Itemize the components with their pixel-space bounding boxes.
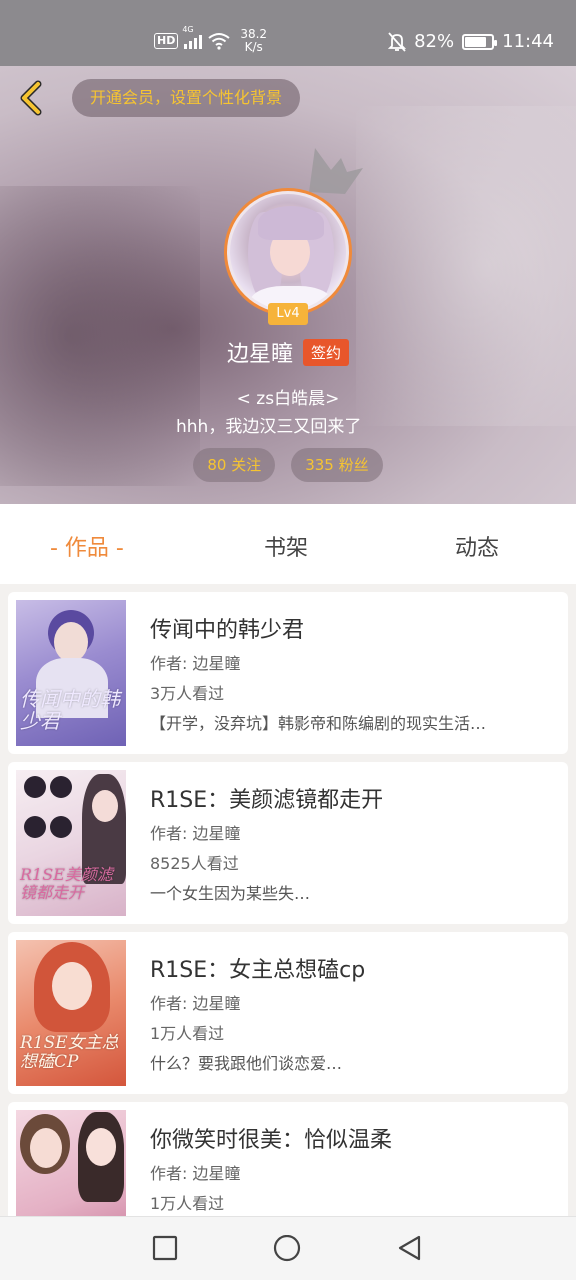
network-type: 4G <box>182 25 194 34</box>
book-reads: 8525人看过 <box>150 854 239 873</box>
book-card[interactable]: R1SE女主总想磕CP R1SE：女主总想磕cp 作者: 边星瞳 1万人看过 什… <box>8 932 568 1094</box>
book-reads: 3万人看过 <box>150 684 225 703</box>
followers-button[interactable]: 335 粉丝 <box>291 448 383 482</box>
avatar-image <box>230 194 346 310</box>
book-author: 作者: 边星瞳 <box>150 994 241 1013</box>
book-cover: 传闻中的韩少君 <box>16 600 126 746</box>
book-title: R1SE：女主总想磕cp <box>150 958 366 983</box>
triangle-back-icon[interactable] <box>397 1235 423 1263</box>
tab-bar: - 作品 - 书架 动态 <box>0 504 576 584</box>
avatar[interactable] <box>224 188 352 316</box>
book-list: 传闻中的韩少君 传闻中的韩少君 作者: 边星瞳 3万人看过 【开学，没弃坑】韩影… <box>0 584 576 1216</box>
battery-percent: 82% <box>414 31 455 52</box>
status-left: HD 4G 38.2 K/s <box>154 25 267 54</box>
book-author: 作者: 边星瞳 <box>150 824 241 843</box>
book-title: 你微笑时很美：恰似温柔 <box>150 1128 393 1153</box>
level-badge: Lv4 <box>268 303 308 325</box>
hd-indicator: HD <box>154 33 179 49</box>
name-row: 边星瞳 签约 <box>0 336 576 368</box>
square-icon[interactable] <box>152 1235 178 1261</box>
circle-icon[interactable] <box>273 1235 301 1263</box>
profile-header: 开通会员，设置个性化背景 Lv4 边星瞳 签约 < zs白皓晨> hhh，我边汉… <box>0 66 576 504</box>
crown-icon <box>309 148 363 194</box>
stats-row: 80 关注 335 粉丝 <box>0 448 576 482</box>
user-tagline: < zs白皓晨> <box>236 389 340 409</box>
book-card[interactable]: R1SE美颜滤镜都走开 R1SE：美颜滤镜都走开 作者: 边星瞳 8525人看过… <box>8 762 568 924</box>
tab-activity[interactable]: 动态 <box>455 530 499 562</box>
status-bar: HD 4G 38.2 K/s 82% 11:44 <box>0 0 576 66</box>
mute-bell-icon <box>388 31 407 52</box>
battery-fill <box>465 36 487 47</box>
wifi-icon <box>208 33 230 50</box>
back-button[interactable] <box>14 80 50 116</box>
book-author: 作者: 边星瞳 <box>150 1164 241 1183</box>
cover-title: R1SE女主总想磕CP <box>20 1033 119 1072</box>
user-bio: hhh，我边汉三又回来了 <box>176 417 362 437</box>
book-description: 【开学，没弃坑】韩影帝和陈编剧的现实生活… <box>150 714 487 733</box>
book-title: 传闻中的韩少君 <box>150 618 305 643</box>
book-cover: R1SE女主总想磕CP <box>16 940 126 1086</box>
book-reads: 1万人看过 <box>150 1024 225 1043</box>
vip-background-button[interactable]: 开通会员，设置个性化背景 <box>72 79 301 117</box>
tab-works[interactable]: - 作品 - <box>50 530 124 562</box>
book-author: 作者: 边星瞳 <box>150 654 241 673</box>
following-button[interactable]: 80 关注 <box>193 448 276 482</box>
book-title: R1SE：美颜滤镜都走开 <box>150 788 384 813</box>
user-name: 边星瞳 <box>226 342 293 367</box>
clock: 11:44 <box>502 31 554 52</box>
book-card[interactable]: 你微笑时很美：恰似温柔 作者: 边星瞳 1万人看过 <box>8 1102 568 1216</box>
cover-title: 传闻中的韩少君 <box>20 687 120 733</box>
book-reads: 1万人看过 <box>150 1194 225 1213</box>
signed-badge: 签约 <box>303 338 350 366</box>
book-cover: R1SE美颜滤镜都走开 <box>16 770 126 916</box>
system-nav-bar <box>0 1216 576 1280</box>
signal-icon: 4G <box>182 25 203 49</box>
book-cover <box>16 1110 126 1216</box>
status-right: 82% 11:44 <box>388 31 554 52</box>
cover-title: R1SE美颜滤镜都走开 <box>20 865 113 902</box>
book-description: 一个女生因为某些失… <box>150 884 311 903</box>
book-card[interactable]: 传闻中的韩少君 传闻中的韩少君 作者: 边星瞳 3万人看过 【开学，没弃坑】韩影… <box>8 592 568 754</box>
network-speed: 38.2 K/s <box>240 28 267 54</box>
book-description: 什么？要我跟他们谈恋爱… <box>150 1054 343 1073</box>
speed-unit: K/s <box>244 40 263 54</box>
tab-bookshelf[interactable]: 书架 <box>264 530 308 562</box>
speed-value: 38.2 <box>240 27 268 41</box>
battery-icon <box>462 33 498 50</box>
